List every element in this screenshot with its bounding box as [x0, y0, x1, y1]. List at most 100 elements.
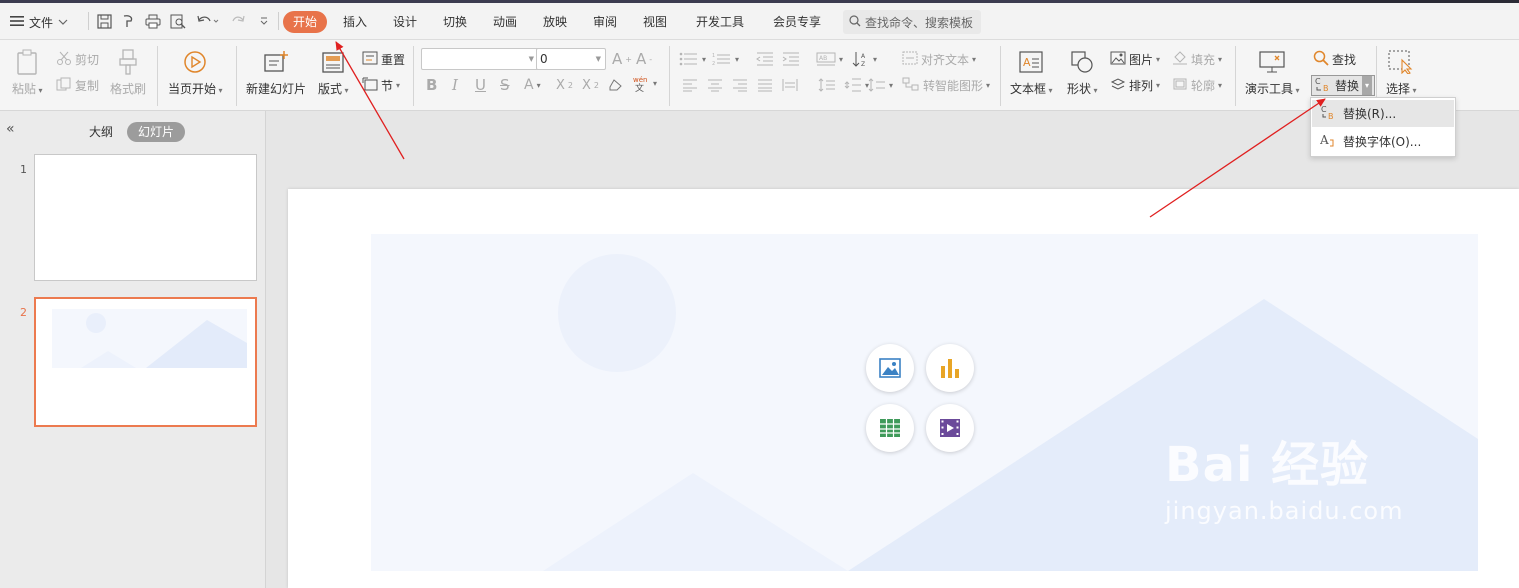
select-button[interactable]: 选择 ▾ — [1386, 48, 1417, 97]
spacing-options-icon[interactable]: ▾ — [868, 76, 893, 94]
new-slide-button[interactable]: 新建幻灯片 — [246, 48, 306, 97]
tab-slideshow[interactable]: 放映 — [543, 11, 567, 33]
svg-text:B: B — [1323, 84, 1329, 92]
shape-button[interactable]: 形状 ▾ — [1067, 48, 1098, 97]
current-slide[interactable] — [288, 189, 1519, 588]
clear-format-icon[interactable] — [608, 76, 624, 94]
paste-button[interactable]: 粘贴 ▾ — [12, 48, 43, 97]
align-right-icon[interactable] — [732, 76, 748, 94]
save-icon[interactable] — [94, 10, 114, 32]
tab-transition[interactable]: 切换 — [443, 11, 467, 33]
replace-label: 替换 — [1335, 79, 1360, 93]
command-search[interactable]: 查找命令、搜索模板 — [843, 10, 981, 34]
copy-button[interactable]: 复制 — [56, 76, 99, 94]
baidu-jingyan-watermark: Bai 经验 jingyan.baidu.com — [1165, 425, 1403, 525]
bold-icon[interactable]: B — [426, 76, 437, 94]
new-slide-label: 新建幻灯片 — [246, 82, 307, 96]
decrease-indent-icon[interactable] — [756, 50, 774, 68]
picture-button[interactable]: 图片 ▾ — [1110, 50, 1160, 68]
cut-button[interactable]: 剪切 — [56, 50, 99, 68]
layout-label: 版式 — [318, 82, 343, 96]
tab-animation[interactable]: 动画 — [493, 11, 517, 33]
tab-insert[interactable]: 插入 — [343, 11, 367, 33]
svg-text:2: 2 — [712, 61, 715, 66]
svg-text:文: 文 — [635, 82, 644, 92]
undo-icon[interactable] — [194, 10, 222, 32]
layout-button[interactable]: 版式 ▾ — [318, 48, 349, 97]
strikethrough-icon[interactable]: S — [500, 76, 510, 94]
find-label: 查找 — [1332, 52, 1357, 67]
collapse-panel-icon[interactable]: « — [6, 121, 15, 137]
increase-font-icon[interactable]: A + — [612, 50, 632, 68]
insert-table-icon[interactable] — [866, 404, 914, 452]
menu-item-replace-label: 替换(R)... — [1343, 107, 1397, 121]
outline-button[interactable]: 轮廓 ▾ — [1172, 76, 1222, 94]
tab-review[interactable]: 审阅 — [593, 11, 617, 33]
separator — [88, 12, 89, 30]
menu-item-replace-font[interactable]: A 替换字体(O)... — [1312, 128, 1454, 155]
replace-icon: CB — [1320, 104, 1336, 123]
text-direction-icon[interactable]: AB ▾ — [816, 50, 843, 68]
tab-view[interactable]: 视图 — [643, 11, 667, 33]
customize-toolbar-icon[interactable] — [254, 10, 274, 32]
fill-button[interactable]: 填充 ▾ — [1172, 50, 1222, 68]
justify-icon[interactable] — [757, 76, 773, 94]
insert-picture-icon[interactable] — [866, 344, 914, 392]
insert-video-icon[interactable] — [926, 404, 974, 452]
bullet-list-icon[interactable]: ▾ — [679, 50, 706, 68]
presentation-tools-button[interactable]: 演示工具 ▾ — [1245, 48, 1300, 97]
reset-button[interactable]: 重置 — [362, 50, 405, 68]
subscript-icon[interactable]: X2 — [582, 76, 599, 94]
outline-label: 轮廓 — [1191, 78, 1216, 93]
italic-icon[interactable]: I — [452, 76, 458, 94]
align-text-button[interactable]: 对齐文本 ▾ — [902, 50, 976, 68]
file-menu[interactable]: 文件 — [10, 11, 68, 33]
slide-thumbnail-2[interactable] — [34, 297, 257, 427]
paste-label: 粘贴 — [12, 82, 37, 96]
select-cursor-icon — [1387, 48, 1415, 76]
font-size-select[interactable]: 0 ▼ — [536, 48, 606, 70]
align-left-icon[interactable] — [682, 76, 698, 94]
format-brush-icon[interactable] — [118, 10, 138, 32]
hamburger-icon — [10, 15, 24, 30]
underline-icon[interactable]: U — [475, 76, 486, 94]
insert-chart-icon[interactable] — [926, 344, 974, 392]
slide-thumbnail-1[interactable] — [34, 154, 257, 281]
align-center-icon[interactable] — [707, 76, 723, 94]
line-spacing-sort-icon[interactable]: A Z ▾ — [852, 50, 877, 68]
separator — [669, 46, 670, 106]
paragraph-spacing-icon[interactable]: ▾ — [844, 76, 869, 94]
tab-design[interactable]: 设计 — [393, 11, 417, 33]
find-button[interactable]: 查找 — [1313, 50, 1356, 68]
replace-dropdown-icon[interactable]: ▾ — [1362, 76, 1373, 95]
distribute-icon[interactable] — [782, 76, 798, 94]
dropdown-arrow-icon: ▾ — [1046, 86, 1053, 95]
svg-text:AB: AB — [819, 55, 827, 62]
print-icon[interactable] — [143, 10, 163, 32]
phonetic-guide-icon[interactable]: wén 文 ▾ — [632, 74, 657, 92]
section-button[interactable]: 节 ▾ — [362, 76, 400, 94]
smart-art-button[interactable]: 转智能图形 ▾ — [902, 76, 990, 94]
play-from-current-button[interactable]: 当页开始 ▾ — [168, 48, 223, 97]
replace-button[interactable]: CB 替换 ▾ — [1311, 75, 1376, 96]
decrease-font-icon[interactable]: A- — [636, 50, 652, 68]
arrange-button[interactable]: 排列 ▾ — [1110, 76, 1160, 94]
watermark-title: Bai 经验 — [1165, 437, 1370, 493]
tab-member[interactable]: 会员专享 — [773, 11, 821, 33]
superscript-icon[interactable]: X2 — [556, 76, 573, 94]
tab-outline[interactable]: 大纲 — [89, 122, 113, 142]
numbered-list-icon[interactable]: 1 2 ▾ — [712, 50, 739, 68]
menu-item-replace[interactable]: CB 替换(R)... — [1312, 100, 1454, 127]
print-preview-icon[interactable] — [168, 10, 188, 32]
tab-developer[interactable]: 开发工具 — [696, 11, 744, 33]
format-painter-button[interactable]: 格式刷 — [110, 48, 146, 97]
textbox-button[interactable]: A 文本框 ▾ — [1010, 48, 1053, 97]
tab-slides[interactable]: 幻灯片 — [127, 122, 186, 142]
redo-icon[interactable] — [228, 10, 248, 32]
font-name-select[interactable]: ▼ — [421, 48, 539, 70]
line-spacing-icon[interactable] — [818, 76, 836, 94]
increase-indent-icon[interactable] — [782, 50, 800, 68]
fill-bucket-icon — [1172, 50, 1188, 68]
font-color-icon[interactable]: A ▾ — [524, 76, 541, 94]
tab-home[interactable]: 开始 — [283, 11, 328, 33]
